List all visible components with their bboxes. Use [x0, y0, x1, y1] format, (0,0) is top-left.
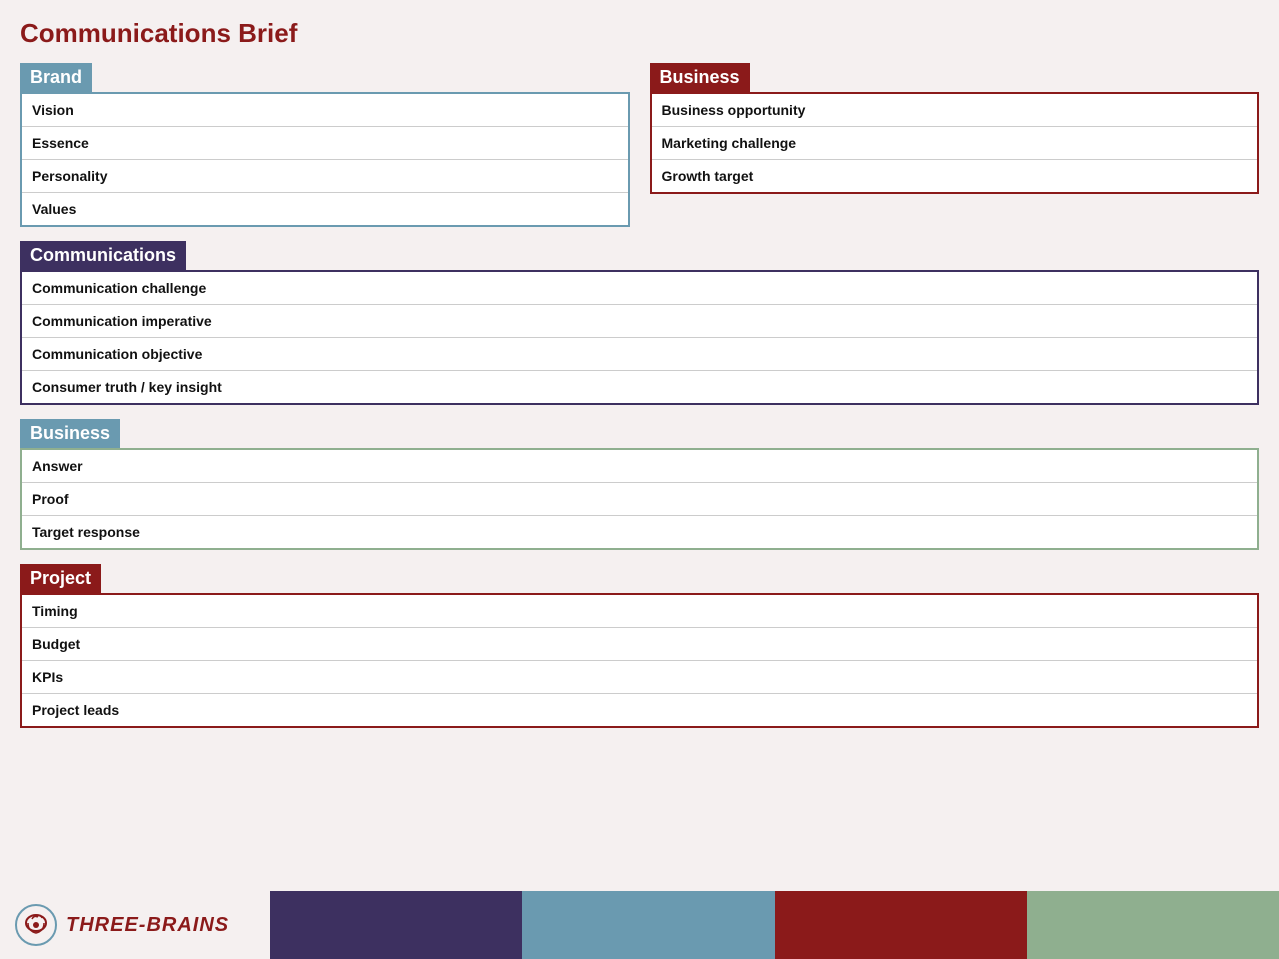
communications-header: Communications [20, 241, 186, 270]
table-row: Target response [22, 516, 1257, 549]
project-header: Project [20, 564, 101, 593]
table-row: Values [22, 193, 628, 226]
project-timing-value[interactable] [162, 595, 1257, 628]
business-opportunity-value[interactable] [815, 94, 1257, 127]
footer-blue-block [522, 891, 774, 959]
table-row: Communication objective [22, 338, 1257, 371]
top-row: Brand Vision Essence Personality [20, 63, 1259, 227]
table-row: Budget [22, 628, 1257, 661]
table-row: Essence [22, 127, 628, 160]
business-opportunity-label: Business opportunity [652, 94, 816, 127]
table-row: Communication challenge [22, 272, 1257, 305]
footer-purple-block [270, 891, 522, 959]
table-row: KPIs [22, 661, 1257, 694]
brand-essence-label: Essence [22, 127, 162, 160]
brand-values-label: Values [22, 193, 162, 226]
business2-response-label: Target response [22, 516, 162, 549]
comm-insight-label: Consumer truth / key insight [22, 371, 232, 404]
project-table-wrapper: Timing Budget KPIs Project leads [20, 593, 1259, 728]
business2-header: Business [20, 419, 120, 448]
comm-insight-value[interactable] [232, 371, 1257, 404]
communications-table-wrapper: Communication challenge Communication im… [20, 270, 1259, 405]
footer-green-block [1027, 891, 1279, 959]
comm-imperative-value[interactable] [232, 305, 1257, 338]
project-timing-label: Timing [22, 595, 162, 628]
brand-personality-value[interactable] [162, 160, 628, 193]
project-table: Timing Budget KPIs Project leads [22, 595, 1257, 726]
project-budget-label: Budget [22, 628, 162, 661]
business-growth-value[interactable] [815, 160, 1257, 193]
comm-objective-value[interactable] [232, 338, 1257, 371]
footer-red-block [775, 891, 1027, 959]
project-kpis-label: KPIs [22, 661, 162, 694]
footer-bar: THREE-BRAINS [0, 891, 1279, 959]
project-leads-label: Project leads [22, 694, 162, 727]
project-section: Project Timing Budget KPIs [20, 564, 1259, 728]
page-title: Communications Brief [20, 18, 1259, 49]
business2-answer-value[interactable] [162, 450, 1257, 483]
project-leads-value[interactable] [162, 694, 1257, 727]
brand-vision-label: Vision [22, 94, 162, 127]
table-row: Proof [22, 483, 1257, 516]
brand-values-value[interactable] [162, 193, 628, 226]
comm-imperative-label: Communication imperative [22, 305, 232, 338]
brand-personality-label: Personality [22, 160, 162, 193]
table-row: Communication imperative [22, 305, 1257, 338]
business-growth-label: Growth target [652, 160, 816, 193]
table-row: Business opportunity [652, 94, 1258, 127]
business-table: Business opportunity Marketing challenge… [652, 94, 1258, 192]
table-row: Personality [22, 160, 628, 193]
business-header: Business [650, 63, 750, 92]
business2-response-value[interactable] [162, 516, 1257, 549]
brand-header: Brand [20, 63, 92, 92]
business2-table-wrapper: Answer Proof Target response [20, 448, 1259, 550]
project-budget-value[interactable] [162, 628, 1257, 661]
business2-proof-value[interactable] [162, 483, 1257, 516]
business-challenge-label: Marketing challenge [652, 127, 816, 160]
business2-section: Business Answer Proof Target response [20, 419, 1259, 550]
table-row: Timing [22, 595, 1257, 628]
comm-challenge-value[interactable] [232, 272, 1257, 305]
communications-section: Communications Communication challenge C… [20, 241, 1259, 405]
table-row: Vision [22, 94, 628, 127]
business-section: Business Business opportunity Marketing … [650, 63, 1260, 227]
footer-logo-area: THREE-BRAINS [0, 891, 270, 959]
table-row: Growth target [652, 160, 1258, 193]
brand-table: Vision Essence Personality Values [22, 94, 628, 225]
communications-table: Communication challenge Communication im… [22, 272, 1257, 403]
project-kpis-value[interactable] [162, 661, 1257, 694]
page-wrapper: Communications Brief Brand Vision Essenc… [0, 0, 1279, 822]
business2-table: Answer Proof Target response [22, 450, 1257, 548]
three-brains-icon [14, 903, 58, 947]
brand-section: Brand Vision Essence Personality [20, 63, 630, 227]
table-row: Answer [22, 450, 1257, 483]
brand-vision-value[interactable] [162, 94, 628, 127]
business2-answer-label: Answer [22, 450, 162, 483]
business-challenge-value[interactable] [815, 127, 1257, 160]
comm-objective-label: Communication objective [22, 338, 232, 371]
business2-proof-label: Proof [22, 483, 162, 516]
table-row: Consumer truth / key insight [22, 371, 1257, 404]
table-row: Project leads [22, 694, 1257, 727]
footer-logo-text: THREE-BRAINS [66, 914, 229, 937]
business-table-wrapper: Business opportunity Marketing challenge… [650, 92, 1260, 194]
brand-essence-value[interactable] [162, 127, 628, 160]
table-row: Marketing challenge [652, 127, 1258, 160]
comm-challenge-label: Communication challenge [22, 272, 232, 305]
brand-table-wrapper: Vision Essence Personality Values [20, 92, 630, 227]
